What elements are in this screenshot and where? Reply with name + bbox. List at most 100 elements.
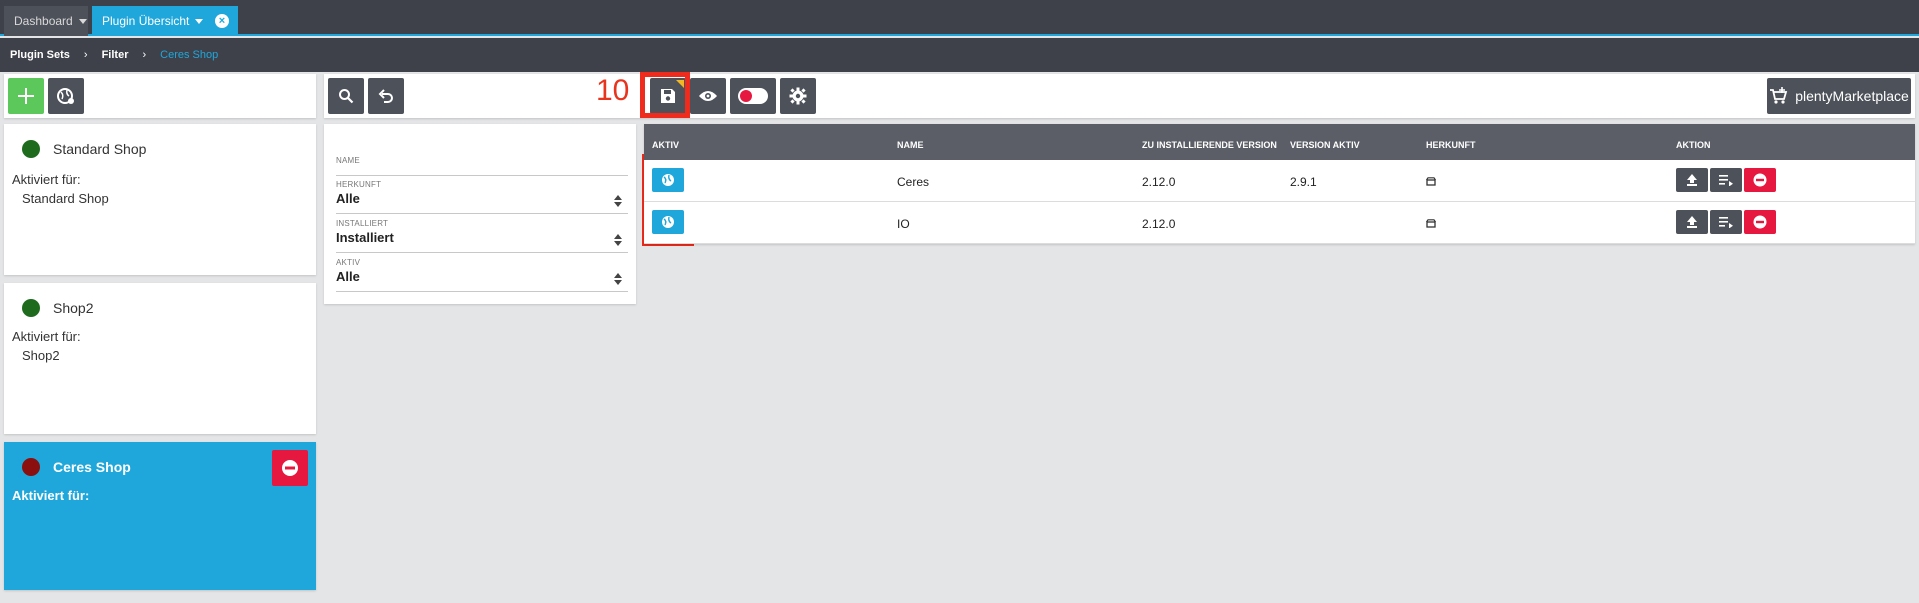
herkunft-value: Alle: [336, 191, 360, 206]
plugin-table: AKTIV NAME ZU INSTALLIERENDE VERSION VER…: [644, 124, 1915, 244]
toggle-icon: [738, 88, 768, 104]
cart-add-icon: [1770, 87, 1788, 104]
plugin-details-button[interactable]: [1710, 210, 1742, 234]
minus-circle-icon: [1753, 173, 1767, 187]
installiert-value: Installiert: [336, 230, 394, 245]
sort-arrows-icon: [614, 234, 622, 246]
installiert-select[interactable]: INSTALLIERT Installiert: [336, 219, 628, 253]
chevron-down-icon[interactable]: [78, 18, 87, 24]
column-header-zu-installierende-version[interactable]: ZU INSTALLIERENDE VERSION: [1142, 140, 1277, 150]
tab-dashboard-label: Dashboard: [14, 14, 73, 28]
plugin-set-card-ceres-shop[interactable]: Ceres Shop Aktiviert für:: [4, 442, 316, 590]
chevron-right-icon: ›: [83, 49, 88, 61]
global-settings-button[interactable]: [48, 78, 84, 114]
plugin-set-card-standard-shop[interactable]: Standard Shop Aktiviert für: Standard Sh…: [4, 124, 316, 275]
list-arrow-icon: [1719, 217, 1733, 228]
sort-arrows-icon: [614, 195, 622, 207]
activated-for-value: Standard Shop: [22, 191, 109, 206]
chevron-down-icon[interactable]: [195, 18, 204, 24]
breadcrumb-current: Ceres Shop: [160, 49, 219, 61]
top-tab-bar: Dashboard Plugin Übersicht ×: [0, 0, 1919, 36]
column-header-name[interactable]: NAME: [897, 140, 924, 150]
plugin-name: IO: [897, 217, 910, 231]
update-plugin-button[interactable]: [1676, 210, 1708, 234]
filter-panel: NAME HERKUNFT Alle INSTALLIERT Installie…: [324, 124, 636, 304]
plugin-set-name: Shop2: [53, 300, 94, 316]
remove-plugin-set-button[interactable]: [272, 450, 308, 486]
column-header-aktion[interactable]: AKTION: [1676, 140, 1711, 150]
undo-icon: [378, 89, 393, 103]
chevron-right-icon: ›: [142, 49, 147, 61]
activated-for-label: Aktiviert für:: [12, 172, 81, 187]
marketplace-icon: [1426, 219, 1436, 228]
search-icon: [339, 89, 354, 104]
tab-dashboard[interactable]: Dashboard: [4, 6, 88, 36]
activate-plugin-button[interactable]: [652, 210, 684, 234]
plugin-set-card-shop2[interactable]: Shop2 Aktiviert für: Shop2: [4, 283, 316, 434]
breadcrumb-plugin-sets[interactable]: Plugin Sets: [10, 49, 70, 61]
annotation-number-10: 10: [596, 74, 630, 107]
installiert-label: INSTALLIERT: [336, 219, 389, 228]
globe-settings-icon: [57, 88, 74, 104]
aktiv-value: Alle: [336, 269, 360, 284]
plugin-set-title: Ceres Shop: [22, 458, 131, 476]
aktiv-label: AKTIV: [336, 258, 361, 267]
status-dot: [22, 140, 40, 158]
herkunft-select[interactable]: HERKUNFT Alle: [336, 180, 628, 214]
plenty-marketplace-button[interactable]: plentyMarketplace: [1767, 78, 1911, 114]
aktiv-select[interactable]: AKTIV Alle: [336, 258, 628, 292]
list-arrow-icon: [1719, 175, 1733, 186]
herkunft-label: HERKUNFT: [336, 180, 382, 189]
status-dot: [22, 299, 40, 317]
remove-plugin-button[interactable]: [1744, 168, 1776, 192]
plugin-version-to-install: 2.12.0: [1142, 217, 1176, 231]
gear-icon: [789, 87, 807, 105]
search-button[interactable]: [328, 78, 364, 114]
reset-button[interactable]: [368, 78, 404, 114]
column-header-herkunft[interactable]: HERKUNFT: [1426, 140, 1476, 150]
add-plugin-set-button[interactable]: [8, 78, 44, 114]
plugin-set-title: Standard Shop: [22, 140, 146, 158]
plugin-set-name: Standard Shop: [53, 141, 147, 157]
upload-icon: [1687, 216, 1697, 228]
table-row[interactable]: Ceres 2.12.0 2.9.1: [644, 160, 1915, 202]
close-icon[interactable]: ×: [215, 14, 229, 28]
table-row[interactable]: IO 2.12.0: [644, 202, 1915, 244]
plugin-set-name: Ceres Shop: [53, 459, 131, 475]
plugin-version-active: 2.9.1: [1290, 175, 1317, 189]
toggle-active-button[interactable]: [730, 78, 776, 114]
activate-plugin-button[interactable]: [652, 168, 684, 192]
status-dot: [22, 458, 40, 476]
plugin-set-title: Shop2: [22, 299, 93, 317]
plugin-name: Ceres: [897, 175, 930, 189]
upload-icon: [1687, 174, 1697, 186]
update-plugin-button[interactable]: [1676, 168, 1708, 192]
annotation-box-save: [640, 72, 690, 118]
tab-plugin-uebersicht[interactable]: Plugin Übersicht ×: [92, 6, 238, 36]
eye-icon: [699, 91, 717, 101]
plugin-version-to-install: 2.12.0: [1142, 175, 1176, 189]
plugin-details-button[interactable]: [1710, 168, 1742, 192]
plus-icon: [18, 88, 34, 104]
marketplace-icon: [1426, 177, 1436, 186]
preview-button[interactable]: [690, 78, 726, 114]
minus-circle-icon: [1753, 215, 1767, 229]
column-header-aktiv[interactable]: AKTIV: [652, 140, 679, 150]
breadcrumb-filter[interactable]: Filter: [102, 49, 129, 61]
main-toolbar: plentyMarketplace: [324, 74, 1915, 118]
activated-for-label: Aktiviert für:: [12, 329, 81, 344]
globe-icon: [662, 174, 674, 186]
activated-for-value: Shop2: [22, 348, 60, 363]
remove-plugin-button[interactable]: [1744, 210, 1776, 234]
name-filter-field[interactable]: NAME: [336, 156, 628, 176]
plenty-marketplace-label: plentyMarketplace: [1795, 88, 1909, 104]
column-header-version-aktiv[interactable]: VERSION AKTIV: [1290, 140, 1360, 150]
tab-plugin-uebersicht-label: Plugin Übersicht: [102, 14, 190, 28]
minus-circle-icon: [282, 460, 298, 476]
globe-icon: [662, 216, 674, 228]
sort-arrows-icon: [614, 273, 622, 285]
settings-button[interactable]: [780, 78, 816, 114]
plugin-sets-toolbar: [4, 74, 316, 118]
breadcrumb: Plugin Sets › Filter › Ceres Shop: [0, 38, 1919, 72]
name-filter-label: NAME: [336, 156, 360, 165]
